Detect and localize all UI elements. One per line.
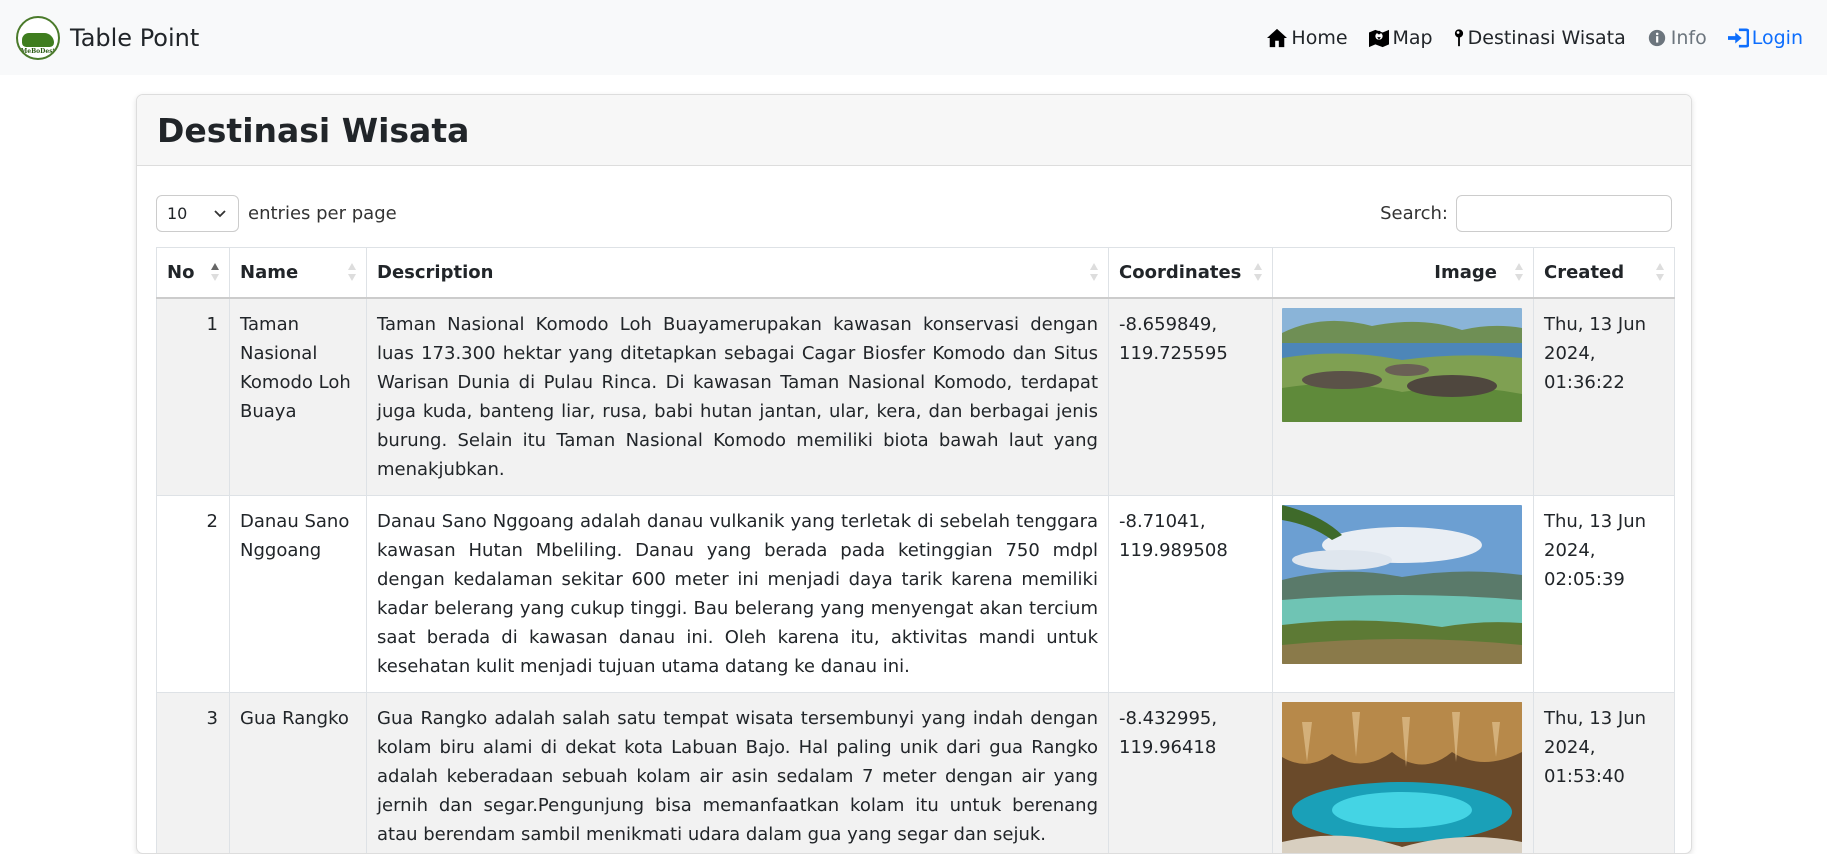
sort-icon (1514, 261, 1524, 283)
sort-asc-icon (210, 261, 220, 283)
search-input[interactable] (1456, 195, 1672, 232)
nav-map-label: Map (1393, 27, 1433, 49)
entries-per-page: 10 entries per page (156, 195, 397, 232)
brand-logo: MeBoDest (16, 16, 60, 60)
nav-home[interactable]: Home (1266, 27, 1347, 49)
sort-icon (1655, 261, 1665, 283)
nav-destinasi[interactable]: Destinasi Wisata (1453, 27, 1626, 49)
cell-no: 1 (157, 298, 230, 496)
cell-image (1273, 692, 1534, 854)
nav-destinasi-label: Destinasi Wisata (1468, 27, 1626, 49)
nav-login-label: Login (1752, 27, 1803, 49)
column-label: Description (377, 262, 493, 283)
column-header-no[interactable]: No (157, 248, 230, 298)
nav-login[interactable]: Login (1727, 27, 1803, 49)
home-icon (1266, 28, 1288, 48)
entries-label: entries per page (248, 203, 397, 224)
komodo-image[interactable] (1282, 308, 1522, 422)
cell-coordinates: -8.659849, 119.725595 (1109, 298, 1273, 496)
nav-info-label: Info (1671, 27, 1707, 49)
search-label: Search: (1380, 203, 1448, 224)
navbar: MeBoDest Table Point Home Map Destinasi … (0, 0, 1827, 75)
cell-image (1273, 495, 1534, 692)
column-label: Image (1434, 262, 1497, 283)
cell-name: Gua Rangko (230, 692, 367, 854)
cell-name: Danau Sano Nggoang (230, 495, 367, 692)
cell-created: Thu, 13 Jun 2024, 01:36:22 (1534, 298, 1675, 496)
login-icon (1727, 28, 1749, 48)
map-icon (1368, 28, 1390, 48)
lake-image[interactable] (1282, 505, 1522, 664)
sort-icon (1089, 261, 1099, 283)
cell-description: Danau Sano Nggoang adalah danau vulkanik… (367, 495, 1109, 692)
cell-image (1273, 298, 1534, 496)
pin-icon (1453, 28, 1465, 48)
nav-menu: Home Map Destinasi Wisata Info Login (1266, 27, 1803, 49)
destinations-table: No Name Description Coordinates Image Cr… (156, 247, 1675, 854)
brand-name: Table Point (70, 24, 199, 52)
info-icon (1646, 28, 1668, 48)
search-box: Search: (1380, 195, 1672, 232)
table-row: 2 Danau Sano Nggoang Danau Sano Nggoang … (157, 495, 1675, 692)
cell-description: Gua Rangko adalah salah satu tempat wisa… (367, 692, 1109, 854)
card-header: Destinasi Wisata (137, 95, 1691, 166)
table-row: 3 Gua Rangko Gua Rangko adalah salah sat… (157, 692, 1675, 854)
cell-no: 2 (157, 495, 230, 692)
column-header-image[interactable]: Image (1273, 248, 1534, 298)
column-header-created[interactable]: Created (1534, 248, 1675, 298)
column-header-name[interactable]: Name (230, 248, 367, 298)
navbar-brand[interactable]: MeBoDest Table Point (16, 16, 199, 60)
cell-no: 3 (157, 692, 230, 854)
card-body: 10 entries per page Search: No Name (137, 166, 1691, 854)
nav-map[interactable]: Map (1368, 27, 1433, 49)
cell-name: Taman Nasional Komodo Loh Buaya (230, 298, 367, 496)
nav-info[interactable]: Info (1646, 27, 1707, 49)
cell-coordinates: -8.432995, 119.96418 (1109, 692, 1273, 854)
table-header-row: No Name Description Coordinates Image Cr… (157, 248, 1675, 298)
entries-select-value: 10 (167, 204, 187, 223)
table-controls: 10 entries per page Search: (156, 194, 1672, 232)
column-header-coordinates[interactable]: Coordinates (1109, 248, 1273, 298)
page-title: Destinasi Wisata (157, 111, 469, 150)
sort-icon (347, 261, 357, 283)
cell-created: Thu, 13 Jun 2024, 02:05:39 (1534, 495, 1675, 692)
column-label: Coordinates (1119, 262, 1241, 283)
column-label: Name (240, 262, 298, 283)
cave-image[interactable] (1282, 702, 1522, 854)
chevron-down-icon (212, 205, 228, 221)
table-row: 1 Taman Nasional Komodo Loh Buaya Taman … (157, 298, 1675, 496)
cell-created: Thu, 13 Jun 2024, 01:53:40 (1534, 692, 1675, 854)
column-label: No (167, 262, 194, 283)
destinasi-card: Destinasi Wisata 10 entries per page Sea… (136, 94, 1692, 854)
cell-description: Taman Nasional Komodo Loh Buayamerupakan… (367, 298, 1109, 496)
cell-coordinates: -8.71041, 119.989508 (1109, 495, 1273, 692)
sort-icon (1253, 261, 1263, 283)
entries-select[interactable]: 10 (156, 195, 239, 232)
column-label: Created (1544, 262, 1624, 283)
column-header-description[interactable]: Description (367, 248, 1109, 298)
nav-home-label: Home (1291, 27, 1347, 49)
